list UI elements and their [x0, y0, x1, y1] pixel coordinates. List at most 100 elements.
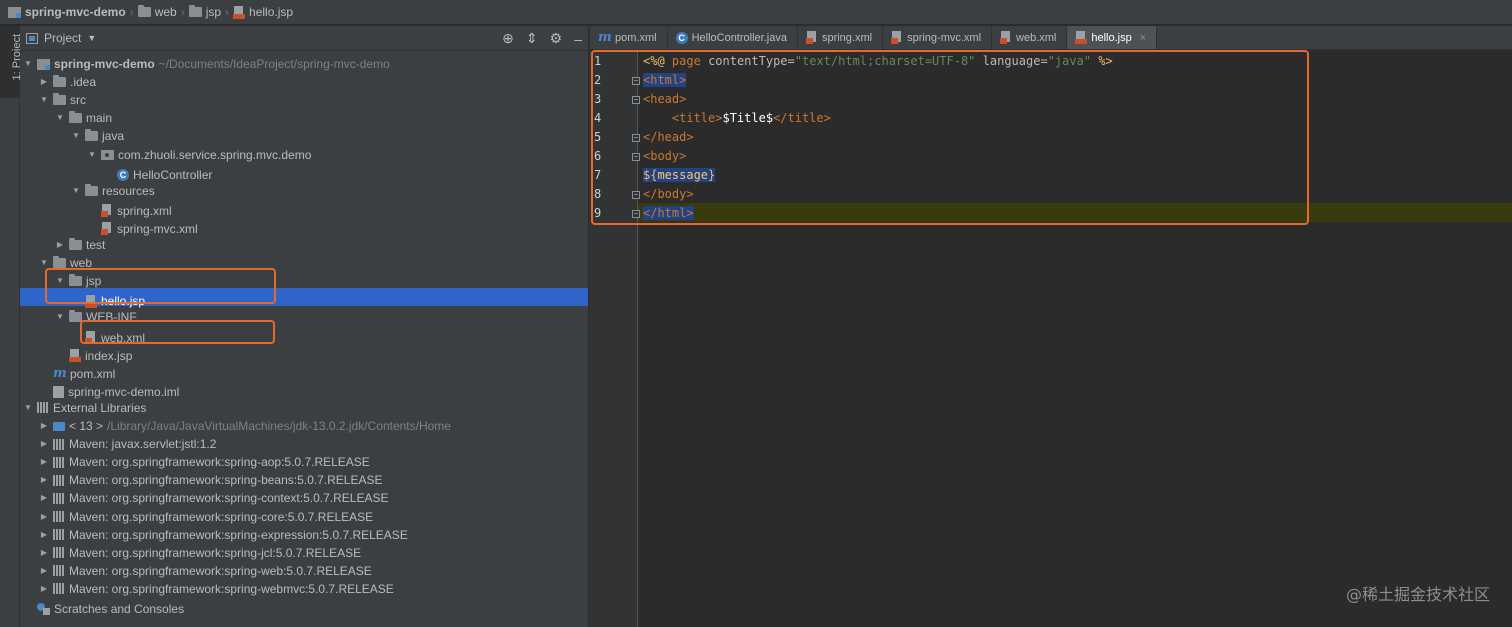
library-icon [53, 529, 65, 541]
highlight-code-block [591, 50, 1309, 225]
folder-icon [69, 111, 82, 124]
editor-area: m pom.xml C HelloController.java spring.xml s… [589, 26, 1512, 627]
jsp-file-icon [1075, 31, 1088, 44]
editor-tab[interactable]: C HelloController.java [668, 26, 798, 49]
scratches-icon [37, 603, 50, 615]
close-icon[interactable]: × [1140, 32, 1146, 44]
folder-icon [69, 238, 82, 250]
editor-tab-label: pom.xml [615, 31, 657, 44]
breadcrumb-file[interactable]: hello.jsp [233, 5, 293, 19]
highlight-jsp-folder [45, 268, 276, 304]
tree-item[interactable]: ▼ src [20, 89, 588, 107]
editor-tab-label: HelloController.java [691, 31, 787, 44]
folder-icon [85, 183, 98, 196]
module-icon [8, 6, 21, 18]
tree-item[interactable]: C HelloController [20, 162, 588, 182]
tree-item[interactable]: ▶ Maven: org.springframework:spring-expre… [20, 524, 588, 542]
tree-item[interactable]: ▼ java [20, 125, 588, 143]
tree-item[interactable]: ▶ Maven: org.springframework:spring-web:5… [20, 560, 588, 578]
tree-item[interactable]: ▼ resources [20, 180, 588, 198]
watermark: @稀土掘金技术社区 [1345, 585, 1490, 604]
library-icon [53, 565, 65, 577]
tree-item[interactable]: spring-mvc-demo.iml [20, 379, 588, 399]
breadcrumb-label: jsp [205, 5, 222, 19]
tool-window-strip: 1: Project [0, 26, 23, 627]
class-icon: C [675, 31, 688, 44]
xml-file-icon [805, 31, 818, 44]
tree-item-label: Scratches and Consoles [54, 602, 185, 616]
editor-tab-label: spring-mvc.xml [907, 31, 982, 44]
editor-tabs: m pom.xml C HelloController.java spring.xml s… [590, 26, 1512, 50]
library-icon [53, 456, 65, 468]
project-panel-header: Project ▼ ⊕ ⇕ ⚙ – [20, 26, 588, 51]
breadcrumb-jsp[interactable]: jsp [188, 5, 222, 19]
tree-item[interactable]: ▶ .idea [20, 71, 588, 89]
jsp-file-icon [233, 5, 246, 19]
highlight-web-xml [80, 320, 275, 344]
folder-icon [137, 5, 151, 17]
folder-icon [85, 129, 98, 142]
editor-tab-label: spring.xml [821, 31, 873, 44]
breadcrumb-web[interactable]: web [137, 5, 177, 19]
breadcrumb-separator: › [180, 5, 185, 19]
project-view-selector[interactable]: Project [44, 31, 81, 45]
editor-tab[interactable]: m pom.xml [590, 26, 668, 49]
locate-icon[interactable]: ⊕ [502, 30, 514, 47]
breadcrumb-separator: › [129, 5, 134, 19]
tree-item[interactable]: ▶ Maven: org.springframework:spring-aop:5… [20, 451, 588, 469]
tree-item[interactable]: spring-mvc.xml [20, 216, 588, 236]
library-icon [53, 583, 65, 595]
tree-item[interactable]: ▶ Maven: org.springframework:spring-conte… [20, 487, 588, 505]
web-folder-icon [53, 256, 66, 269]
editor-tab[interactable]: hello.jsp × [1067, 26, 1158, 49]
xml-file-icon [1000, 31, 1012, 44]
tree-item[interactable]: Scratches and Consoles [20, 596, 588, 616]
gear-icon[interactable]: ⚙ [550, 30, 563, 47]
tree-item[interactable]: ▼ spring-mvc-demo ~/Documents/IdeaProject/… [20, 53, 588, 71]
package-icon [101, 149, 114, 160]
breadcrumb-label: hello.jsp [249, 5, 294, 19]
tree-item[interactable]: ▼ main [20, 107, 588, 125]
tree-item[interactable]: ▼ External Libraries [20, 397, 588, 415]
editor-tab[interactable]: spring.xml [798, 26, 884, 49]
project-view-icon [26, 32, 38, 44]
library-icon [53, 438, 65, 450]
tree-item[interactable]: ▶ Maven: org.springframework:spring-webmv… [20, 578, 588, 596]
tree-item[interactable]: m pom.xml [20, 361, 588, 381]
breadcrumb-label: spring-mvc-demo [25, 5, 126, 19]
editor-tab[interactable]: web.xml [992, 26, 1068, 49]
library-icon [37, 402, 49, 414]
tree-item[interactable]: ▶ test [20, 234, 588, 252]
navigation-bar: spring-mvc-demo › web › jsp › hello.jsp [0, 0, 1512, 25]
editor-tab-label: web.xml [1016, 31, 1057, 44]
folder-icon [53, 93, 66, 106]
module-icon [37, 58, 50, 70]
library-icon [53, 492, 65, 504]
breadcrumb-project[interactable]: spring-mvc-demo [8, 5, 126, 19]
tree-item[interactable]: ▼ com.zhuoli.service.spring.mvc.demo [20, 144, 588, 162]
tree-item[interactable]: ▶ Maven: org.springframework:spring-beans… [20, 469, 588, 487]
folder-icon [53, 75, 66, 88]
project-panel: Project ▼ ⊕ ⇕ ⚙ – ▼ spring-mvc-demo ~/Docu… [20, 26, 588, 627]
folder-icon [188, 5, 202, 17]
tree-item[interactable]: ▶ Maven: org.springframework:spring-core:… [20, 506, 588, 524]
tree-item[interactable]: ▶ Maven: org.springframework:spring-jcl:5… [20, 542, 588, 560]
library-icon [53, 547, 65, 559]
tree-item[interactable]: index.jsp [20, 343, 588, 363]
project-tool-tab[interactable]: 1: Project [0, 26, 23, 98]
library-icon [53, 474, 65, 486]
breadcrumb-separator: › [225, 5, 230, 19]
editor-tab-label: hello.jsp [1091, 31, 1132, 44]
minimize-icon[interactable]: – [574, 31, 582, 47]
breadcrumb-label: web [154, 5, 177, 19]
tree-item[interactable]: spring.xml [20, 198, 588, 218]
chevron-down-icon[interactable]: ▼ [87, 33, 96, 43]
editor-tab[interactable]: spring-mvc.xml [883, 26, 993, 49]
xml-file-icon [891, 31, 903, 44]
jdk-icon [53, 421, 65, 431]
maven-icon: m [598, 30, 612, 45]
tree-item[interactable]: ▶ Maven: javax.servlet:jstl:1.2 [20, 433, 588, 451]
tree-item[interactable]: ▶ < 13 >/Library/Java/JavaVirtualMachines… [20, 415, 588, 433]
library-icon [53, 511, 65, 522]
collapse-icon[interactable]: ⇕ [526, 30, 538, 47]
